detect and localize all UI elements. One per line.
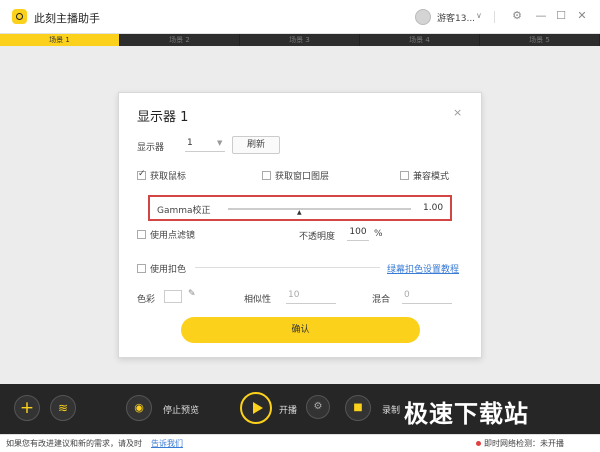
app-title: 此刻主播助手 <box>34 12 100 25</box>
broadcast-settings-icon[interactable]: ⚙ <box>306 395 330 419</box>
dialog-title: 显示器 1 <box>137 110 189 125</box>
start-broadcast-label[interactable]: 开播 <box>279 403 297 416</box>
confirm-button[interactable]: 确认 <box>181 317 420 343</box>
opacity-input[interactable]: 100 <box>347 227 369 241</box>
feedback-link[interactable]: 告诉我们 <box>151 438 183 449</box>
gamma-slider-thumb-icon[interactable]: ▲ <box>297 209 302 216</box>
display-settings-dialog: 显示器 1 × 显示器 1 ▼ 刷新 获取鼠标 获取窗口图层 兼容模式 Gamm… <box>118 92 482 358</box>
refresh-button[interactable]: 刷新 <box>232 136 280 154</box>
color-label: 色彩 <box>137 295 156 305</box>
chevron-down-icon[interactable]: ∨ <box>476 11 482 20</box>
compat-mode-checkbox[interactable] <box>400 171 409 180</box>
dropdown-caret-icon[interactable]: ▼ <box>217 139 222 147</box>
settings-gear-icon[interactable]: ⚙ <box>509 8 525 24</box>
network-label: 即时网络检测： <box>484 439 540 448</box>
similarity-input[interactable]: 10 <box>286 290 336 304</box>
chroma-key-label: 使用扣色 <box>150 265 187 275</box>
eye-icon[interactable]: ◉ <box>126 395 152 421</box>
color-swatch[interactable] <box>164 290 182 303</box>
feedback-message: 如果您有改进建议和新的需求，请及时 <box>6 439 142 448</box>
tab-scene-4[interactable]: 场景 4 <box>360 34 480 46</box>
tab-scene-3[interactable]: 场景 3 <box>240 34 360 46</box>
gamma-highlight-box: Gamma校正 ▲ 1.00 <box>148 195 452 221</box>
blend-label: 混合 <box>372 295 391 305</box>
capture-layered-label: 获取窗口图层 <box>275 172 330 182</box>
record-label[interactable]: 录制 <box>382 403 400 416</box>
network-status-dot-icon <box>476 441 481 446</box>
watermark-text: 极速下载站 <box>404 400 529 428</box>
capture-layered-checkbox[interactable] <box>262 171 271 180</box>
similarity-label: 相似性 <box>244 295 272 305</box>
gamma-label: Gamma校正 <box>157 206 211 216</box>
user-name[interactable]: 游客13... <box>437 11 475 24</box>
status-bar: 如果您有改进建议和新的需求，请及时 告诉我们 即时网络检测：未开播 <box>0 434 600 452</box>
point-filter-checkbox[interactable] <box>137 230 146 239</box>
close-window-button[interactable]: ✕ <box>574 8 590 24</box>
user-avatar[interactable] <box>415 9 431 25</box>
network-status-value: 未开播 <box>540 439 564 448</box>
tab-scene-1[interactable]: 场景 1 <box>0 34 120 46</box>
record-camera-icon[interactable]: ■ <box>345 395 371 421</box>
capture-cursor-label: 获取鼠标 <box>150 172 187 182</box>
gamma-slider[interactable] <box>228 208 411 210</box>
layers-icon[interactable]: ≋ <box>50 395 76 421</box>
stop-preview-label[interactable]: 停止预览 <box>163 403 199 416</box>
chroma-divider <box>195 267 380 268</box>
title-bar: 此刻主播助手 游客13... ∨ ⚙ — ☐ ✕ <box>0 0 600 34</box>
scene-tabs: 场景 1 场景 2 场景 3 场景 4 场景 5 <box>0 34 600 46</box>
title-divider <box>494 11 495 23</box>
point-filter-label: 使用点滤镜 <box>150 231 196 241</box>
start-broadcast-button[interactable] <box>240 392 272 424</box>
display-label: 显示器 <box>137 143 165 153</box>
opacity-unit: % <box>374 229 383 239</box>
tab-scene-2[interactable]: 场景 2 <box>120 34 240 46</box>
dialog-close-icon[interactable]: × <box>453 106 462 119</box>
blend-input[interactable]: 0 <box>402 290 452 304</box>
chroma-tutorial-link[interactable]: 绿幕扣色设置教程 <box>387 262 459 275</box>
eyedropper-icon[interactable]: ✎ <box>188 289 196 299</box>
app-logo-icon <box>12 9 27 24</box>
maximize-button[interactable]: ☐ <box>553 8 569 24</box>
capture-cursor-checkbox[interactable] <box>137 169 146 180</box>
gamma-value: 1.00 <box>423 203 444 213</box>
compat-mode-label: 兼容模式 <box>413 172 450 182</box>
add-source-button[interactable]: + <box>14 395 40 421</box>
minimize-button[interactable]: — <box>533 8 549 24</box>
tab-scene-5[interactable]: 场景 5 <box>480 34 600 46</box>
opacity-label: 不透明度 <box>299 232 336 242</box>
chroma-key-checkbox[interactable] <box>137 264 146 273</box>
network-status: 即时网络检测：未开播 <box>484 438 564 449</box>
